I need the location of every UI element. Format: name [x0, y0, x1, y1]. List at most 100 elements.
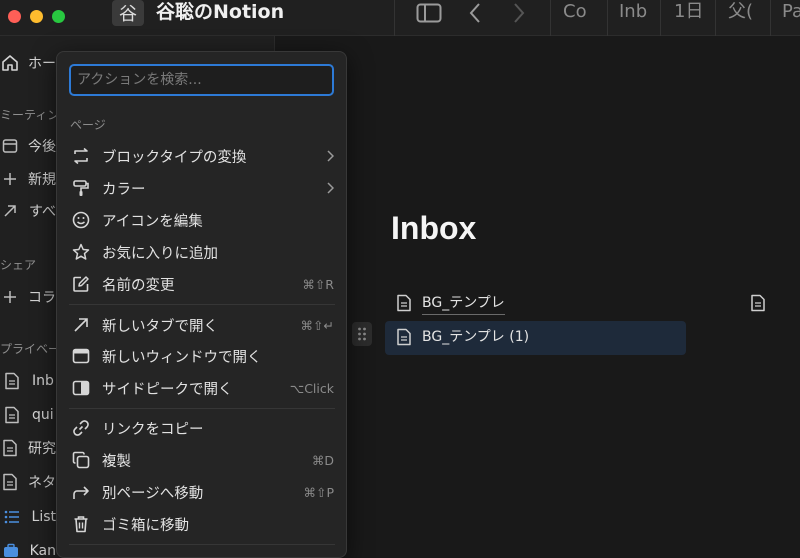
page-link-label: BG_テンプレ [422, 292, 505, 315]
menu-divider [69, 408, 335, 409]
window-icon [70, 345, 92, 367]
sidebar-item-label: ホー [28, 56, 56, 72]
tab-divider [660, 0, 661, 36]
sidebar-item-home[interactable]: ホー [0, 48, 56, 78]
page-icon [1, 433, 19, 463]
paint-roller-icon [70, 177, 92, 199]
action-search-input[interactable] [69, 64, 334, 96]
edit-icon [70, 273, 92, 295]
sidebar-item-page[interactable]: 研究 [0, 433, 56, 463]
action-menu: ページ ブロックタイプの変換 カラー アイコンを編集 お気に入りに追 [56, 51, 347, 558]
tab-3[interactable]: 1日 [674, 0, 714, 26]
sidebar-item-label: 研究 [28, 441, 56, 457]
page-icon[interactable] [748, 292, 768, 314]
smiley-icon [70, 209, 92, 231]
menu-item-duplicate[interactable]: 複製 ⌘D [62, 445, 342, 475]
tab-divider [770, 0, 771, 36]
sidebar-section-private[interactable]: プライベー [0, 340, 60, 357]
sidebar-item-inbox[interactable]: Inb [0, 366, 56, 396]
menu-item-open-new-window[interactable]: 新しいウィンドウで開く [62, 341, 342, 371]
sidebar-item-label: ネタ [28, 475, 56, 491]
page-link-row[interactable]: BG_テンプレ [386, 287, 686, 319]
menu-item-rename[interactable]: 名前の変更 ⌘⇧R [62, 269, 342, 299]
notion-window: 谷 谷聡のNotion Co Inb 1日 父( Pa ホー ミーティン 今後 … [0, 0, 800, 558]
sidebar-item-add-collaboration[interactable]: コラ [0, 282, 56, 312]
sidebar-item-label: コラ [28, 290, 56, 306]
move-to-icon [70, 481, 92, 503]
keyboard-shortcut: ⌘⇧R [302, 276, 334, 292]
sidebar-item-label: 今後 [28, 139, 56, 155]
list-icon [1, 502, 23, 532]
sidebar-toggle-icon[interactable] [414, 0, 444, 26]
sidebar-item-list[interactable]: List [0, 502, 56, 532]
drag-handle-icon[interactable] [352, 322, 372, 346]
menu-divider [69, 544, 335, 545]
page-icon [394, 294, 414, 312]
menu-item-copy-link[interactable]: リンクをコピー [62, 413, 342, 443]
page-icon [1, 400, 23, 430]
plus-icon [1, 282, 19, 312]
chevron-right-icon [326, 182, 334, 194]
menu-divider [69, 304, 335, 305]
titlebar-divider [394, 0, 395, 36]
menu-item-move-to[interactable]: 別ページへ移動 ⌘⇧P [62, 477, 342, 507]
tab-divider [715, 0, 716, 36]
tab-5[interactable]: Pa [782, 0, 800, 26]
forward-icon[interactable] [507, 0, 531, 26]
arrow-up-right-icon [70, 314, 92, 336]
menu-item-color[interactable]: カラー [62, 173, 342, 203]
star-icon [70, 241, 92, 263]
sidebar-item-page[interactable]: qui [0, 400, 56, 430]
menu-item-move-to-trash[interactable]: ゴミ箱に移動 [62, 509, 342, 539]
close-window-button[interactable] [8, 10, 21, 23]
menu-item-label: 新しいタブで開く [102, 318, 218, 335]
back-icon[interactable] [463, 0, 487, 26]
tab-2[interactable]: Inb [619, 0, 659, 26]
sidebar-item-all[interactable]: すべ [0, 196, 56, 226]
menu-item-label: ゴミ箱に移動 [102, 517, 189, 534]
tab-4[interactable]: 父( [728, 0, 764, 26]
sidebar-item-kanban[interactable]: Kan [0, 536, 56, 558]
sidebar-item-label: すべ [28, 204, 56, 220]
duplicate-icon [70, 449, 92, 471]
tab-divider [607, 0, 608, 36]
title-bar: 谷 谷聡のNotion Co Inb 1日 父( Pa [0, 0, 800, 36]
menu-item-label: お気に入りに追加 [102, 245, 218, 262]
sidebar-section-shared[interactable]: シェア [0, 256, 36, 273]
menu-item-label: 名前の変更 [102, 277, 175, 294]
workspace-icon[interactable]: 谷 [112, 0, 144, 26]
tab-divider [550, 0, 551, 36]
plus-icon [1, 164, 19, 194]
page-link-row-selected[interactable]: BG_テンプレ (1) [386, 321, 686, 353]
menu-item-turn-into[interactable]: ブロックタイプの変換 [62, 141, 342, 171]
sidebar-item-new[interactable]: 新規 [0, 164, 56, 194]
workspace-name[interactable]: 谷聡のNotion [156, 0, 284, 24]
menu-item-label: ブロックタイプの変換 [102, 149, 247, 166]
menu-item-add-favorite[interactable]: お気に入りに追加 [62, 237, 342, 267]
arrow-up-right-icon [1, 196, 20, 226]
menu-item-label: リンクをコピー [102, 421, 204, 438]
keyboard-shortcut: ⌘⇧P [303, 484, 334, 500]
sidebar-item-label: List [31, 509, 56, 525]
page-icon [394, 328, 414, 346]
page-title[interactable]: Inbox [391, 210, 476, 247]
menu-item-open-new-tab[interactable]: 新しいタブで開く ⌘⇧↵ [62, 310, 342, 340]
menu-item-open-side-peek[interactable]: サイドピークで開く ⌥Click [62, 373, 342, 403]
tab-1[interactable]: Co [563, 0, 607, 26]
page-icon [1, 366, 23, 396]
menu-item-label: 複製 [102, 453, 131, 470]
minimize-window-button[interactable] [30, 10, 43, 23]
zoom-window-button[interactable] [52, 10, 65, 23]
sidebar-section-meetings[interactable]: ミーティン [0, 106, 59, 123]
calendar-icon [1, 131, 19, 161]
sidebar-item-label: Kan [29, 543, 56, 558]
keyboard-shortcut: ⌥Click [289, 380, 334, 396]
sidebar-item-upcoming[interactable]: 今後 [0, 131, 56, 161]
side-peek-icon [70, 377, 92, 399]
sidebar-item-page[interactable]: ネタ [0, 467, 56, 497]
briefcase-icon [1, 536, 21, 558]
trash-icon [70, 513, 92, 535]
sidebar-item-label: 新規 [28, 172, 56, 188]
menu-item-label: 新しいウィンドウで開く [102, 349, 262, 366]
menu-item-edit-icon[interactable]: アイコンを編集 [62, 205, 342, 235]
